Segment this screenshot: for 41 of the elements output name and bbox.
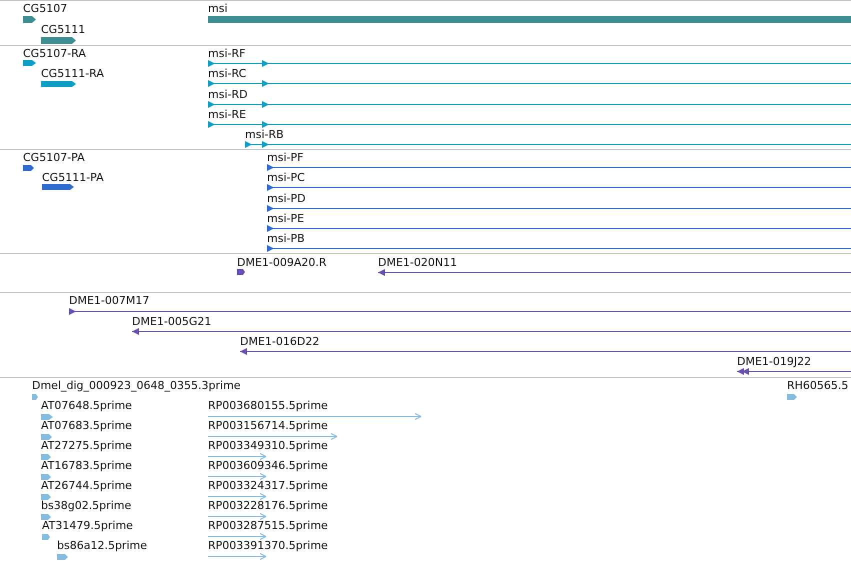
feature-label: RP003680155.5prime [208,399,328,412]
feature-label: msi-PE [267,212,304,225]
feature-label: Dmel_dig_000923_0648_0355.3prime [32,379,241,392]
feature-label: msi-RF [208,47,246,60]
feature-label: msi-PB [267,232,305,245]
feature-label: DME1-007M17 [69,294,150,307]
feature-label: msi-RB [245,128,284,141]
feature-label: RP003156714.5prime [208,419,328,432]
feature-label: RP003324317.5prime [208,479,328,492]
feature-label: CG5107 [23,2,68,15]
feature-label: msi-RC [208,67,246,80]
feature-label: RH60565.5 [787,379,848,392]
feature-label: msi-RD [208,88,248,101]
feature-label: DME1-016D22 [240,335,320,348]
feature-label: RP003349310.5prime [208,439,328,452]
feature-label: bs38g02.5prime [41,499,132,512]
feature-label: CG5107-RA [23,47,86,60]
feature-label: msi-PD [267,192,306,205]
feature-label: CG5111-RA [41,67,104,80]
feature-label: bs86a12.5prime [57,539,147,552]
feature-label: RP003391370.5prime [208,539,328,552]
feature-label: CG5111 [41,23,86,36]
feature-label: msi-PF [267,151,304,164]
feature-label: AT07683.5prime [41,419,132,432]
feature-label: CG5107-PA [23,151,85,164]
feature-label: AT27275.5prime [41,439,132,452]
feature-label: AT07648.5prime [41,399,132,412]
feature-label: msi-RE [208,108,246,121]
feature-label: DME1-020N11 [378,256,458,269]
feature-label: msi [208,2,228,15]
feature-label: DME1-009A20.R [237,256,327,269]
feature-label: RP003228176.5prime [208,499,328,512]
feature-label: AT26744.5prime [41,479,132,492]
feature-label: msi-PC [267,171,305,184]
feature-label: AT16783.5prime [41,459,132,472]
feature-label: DME1-005G21 [132,315,212,328]
feature-label: DME1-019J22 [737,355,812,368]
feature-label: RP003609346.5prime [208,459,328,472]
feature-label: RP003287515.5prime [208,519,328,532]
feature-label: CG5111-PA [42,171,104,184]
feature-label: AT31479.5prime [42,519,133,532]
